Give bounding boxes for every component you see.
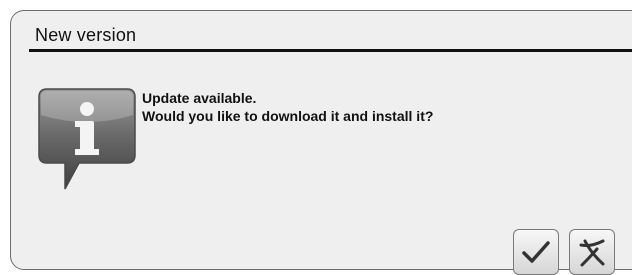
message-line-1: Update available. — [142, 90, 257, 106]
info-speech-bubble-icon — [38, 88, 136, 190]
message-line-2: Would you like to download it and instal… — [142, 108, 434, 124]
checkmark-icon — [522, 241, 550, 263]
dialog-title: New version — [35, 25, 137, 45]
title-divider — [29, 49, 632, 52]
update-dialog: New version Update available. Would you … — [10, 10, 632, 275]
confirm-button[interactable] — [513, 229, 559, 275]
cancel-button[interactable] — [569, 229, 615, 275]
cross-icon — [579, 239, 605, 267]
dialog-message: Update available. Would you like to down… — [142, 89, 433, 125]
